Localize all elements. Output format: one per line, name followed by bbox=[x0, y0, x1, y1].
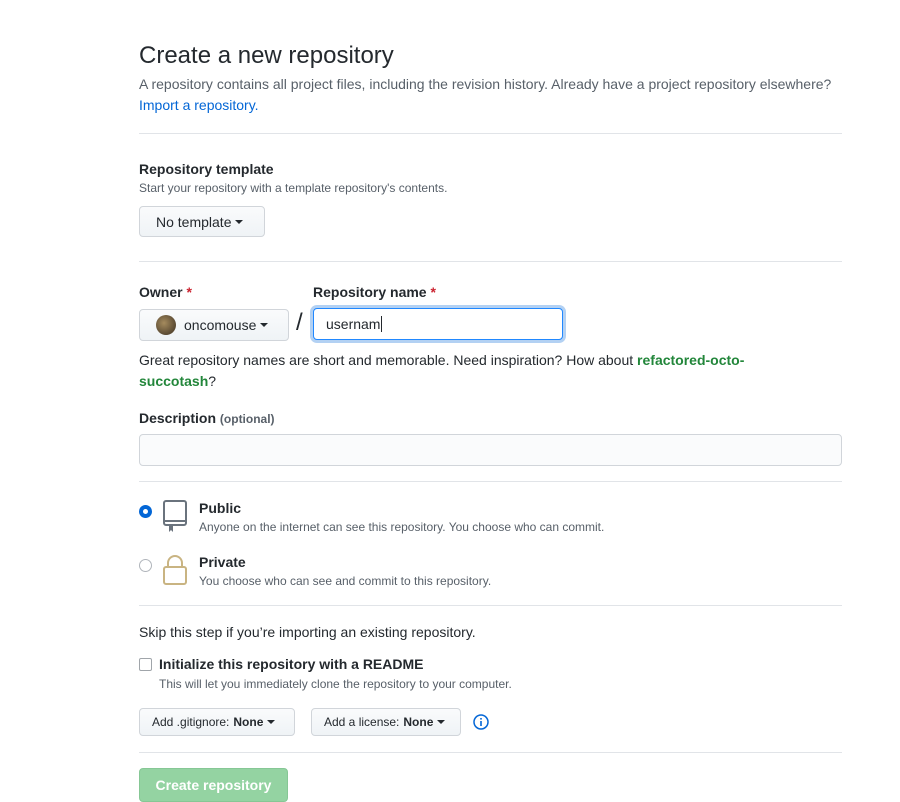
suggested-name-link-cont[interactable]: succotash bbox=[139, 373, 208, 389]
info-icon[interactable] bbox=[473, 714, 489, 730]
private-title: Private bbox=[199, 554, 246, 570]
template-select-label: No template bbox=[156, 213, 232, 230]
owner-select-button[interactable]: oncomouse bbox=[139, 309, 289, 341]
divider bbox=[139, 261, 842, 262]
chevron-down-icon bbox=[267, 720, 276, 724]
repo-name-value: usernam bbox=[326, 316, 381, 332]
readme-label[interactable]: Initialize this repository with a README bbox=[159, 656, 423, 672]
page-title: Create a new repository bbox=[139, 42, 394, 69]
private-radio[interactable] bbox=[139, 559, 152, 572]
avatar bbox=[156, 315, 176, 335]
repo-name-input[interactable]: usernam bbox=[313, 308, 563, 340]
public-radio[interactable] bbox=[139, 505, 152, 518]
readme-desc: This will let you immediately clone the … bbox=[159, 677, 512, 691]
template-label: Repository template bbox=[139, 161, 274, 177]
skip-step-text: Skip this step if you’re importing an ex… bbox=[139, 624, 476, 640]
owner-repo-separator: / bbox=[296, 309, 303, 336]
text-cursor bbox=[381, 316, 383, 332]
lock-icon bbox=[163, 555, 187, 585]
description-label: Description (optional) bbox=[139, 410, 275, 426]
page-intro: A repository contains all project files,… bbox=[139, 74, 842, 116]
readme-checkbox[interactable] bbox=[139, 658, 152, 671]
name-suggestion: Great repository names are short and mem… bbox=[139, 352, 745, 389]
intro-text: A repository contains all project files,… bbox=[139, 76, 832, 92]
license-select-button[interactable]: Add a license: None bbox=[311, 708, 461, 736]
repo-name-label: Repository name * bbox=[313, 284, 436, 300]
divider bbox=[139, 133, 842, 134]
chevron-down-icon bbox=[235, 219, 244, 224]
divider bbox=[139, 605, 842, 606]
template-note: Start your repository with a template re… bbox=[139, 181, 448, 195]
template-select-button[interactable]: No template bbox=[139, 206, 265, 237]
repo-icon bbox=[163, 500, 187, 532]
owner-label: Owner * bbox=[139, 284, 192, 300]
divider bbox=[139, 752, 842, 753]
owner-value: oncomouse bbox=[184, 317, 257, 333]
import-repository-link[interactable]: Import a repository. bbox=[139, 97, 259, 113]
suggested-name-link[interactable]: refactored-octo- bbox=[637, 352, 744, 368]
divider bbox=[139, 481, 842, 482]
public-desc: Anyone on the internet can see this repo… bbox=[199, 520, 605, 534]
chevron-down-icon bbox=[437, 720, 446, 724]
description-input[interactable] bbox=[139, 434, 842, 466]
private-desc: You choose who can see and commit to thi… bbox=[199, 574, 492, 588]
public-title: Public bbox=[199, 500, 242, 516]
gitignore-select-button[interactable]: Add .gitignore: None bbox=[139, 708, 295, 736]
chevron-down-icon bbox=[260, 323, 269, 327]
